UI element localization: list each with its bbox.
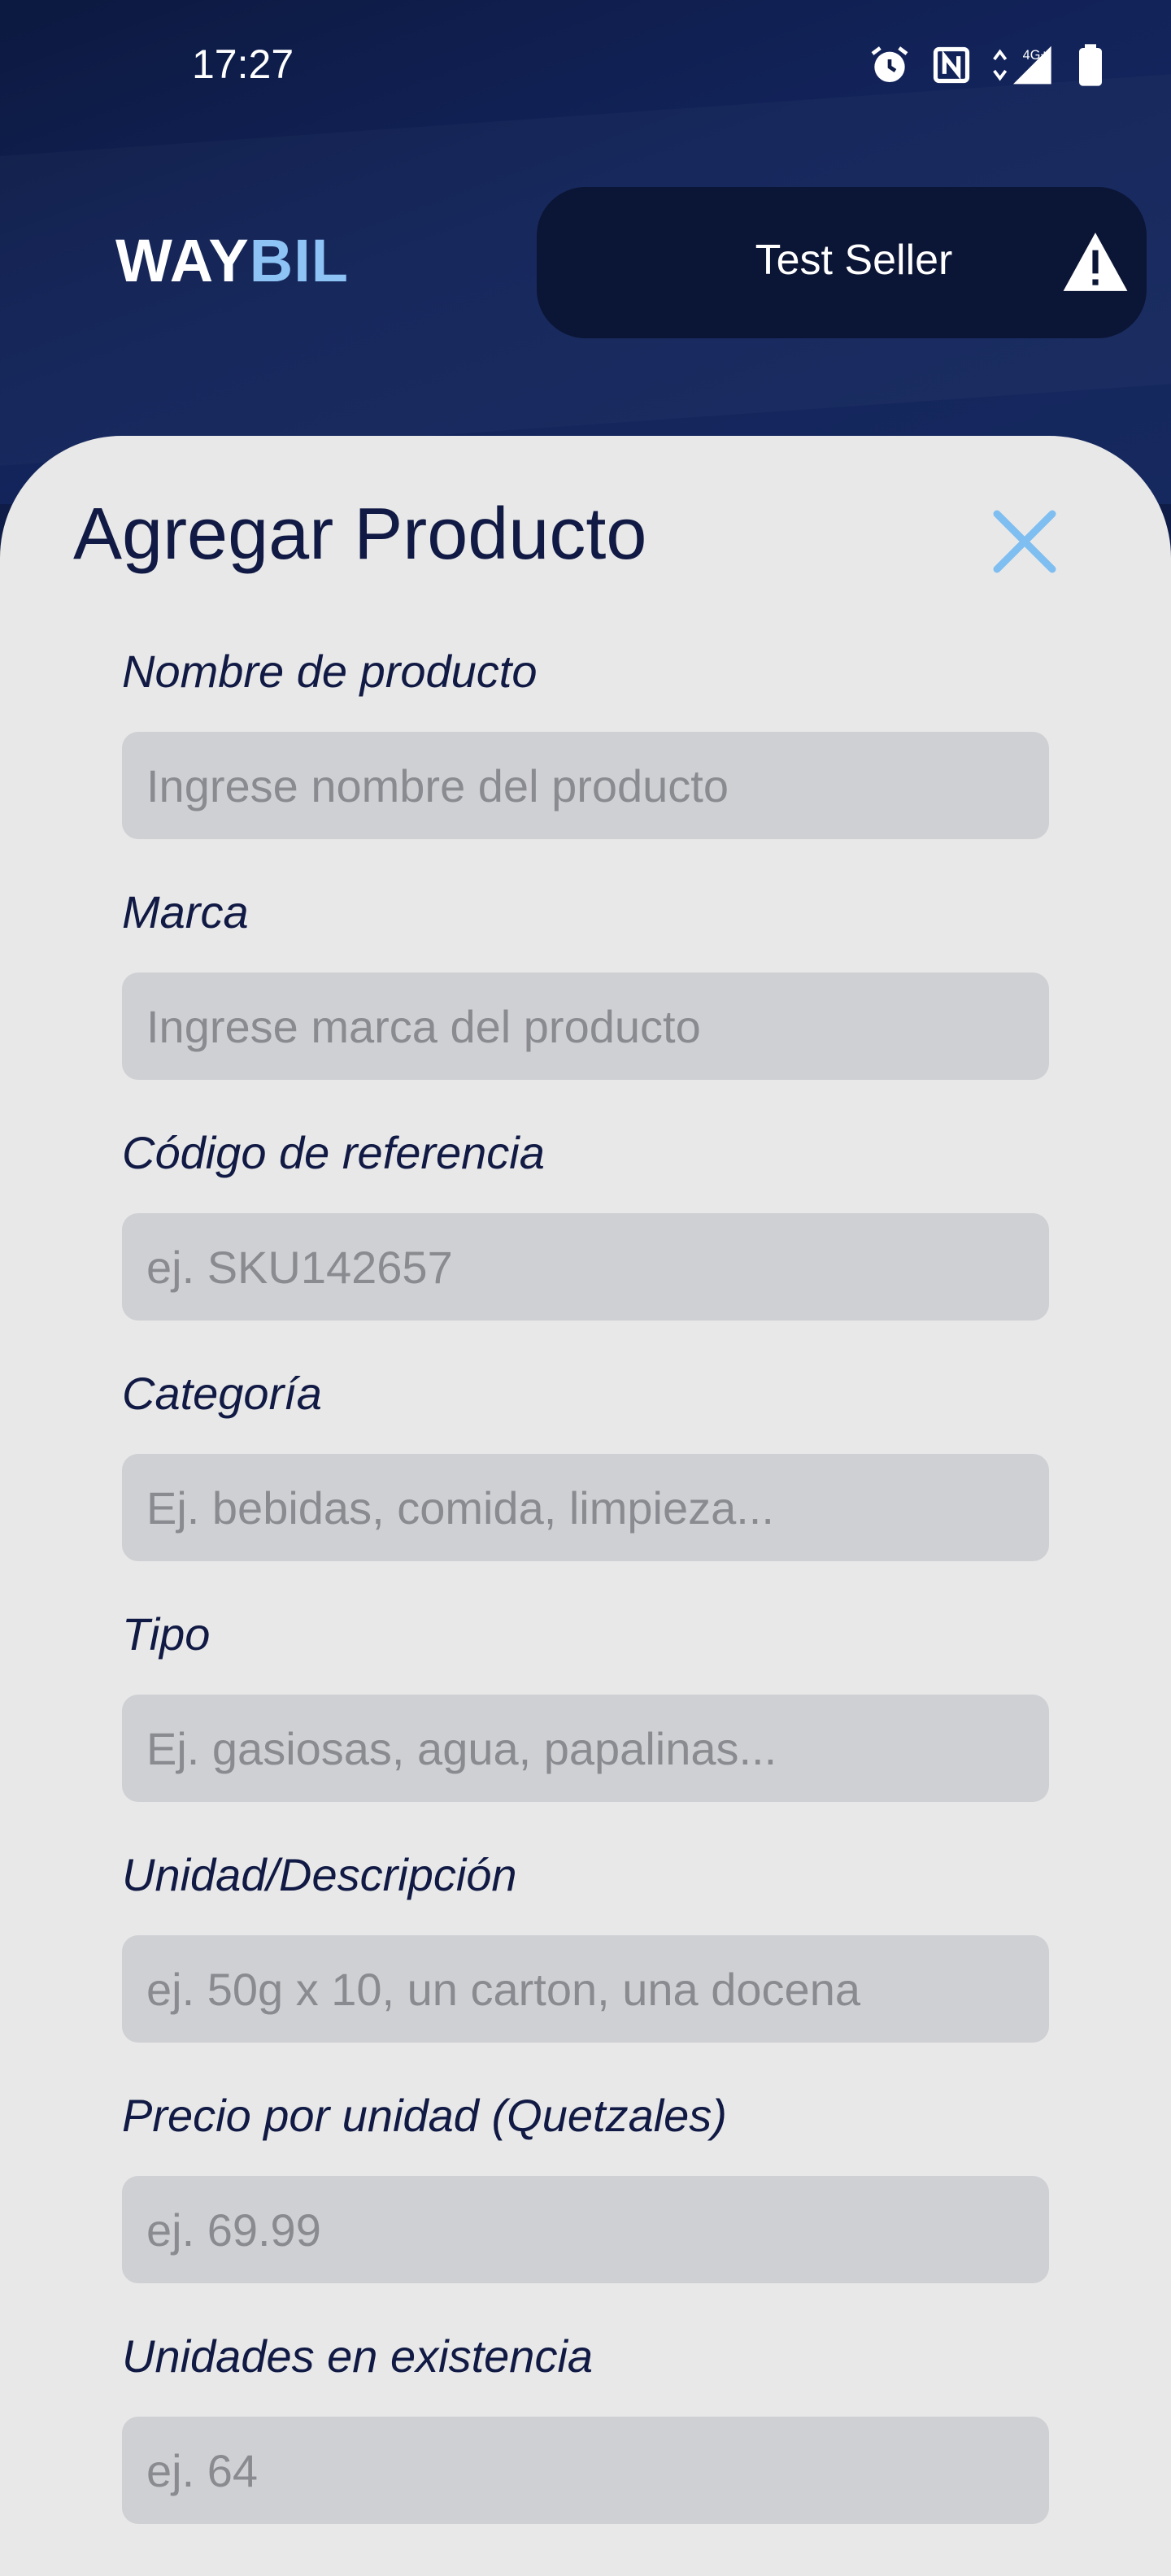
close-button[interactable]	[984, 501, 1065, 582]
brand-logo: WAYBIL	[115, 226, 349, 295]
brand-logo-part1: WAY	[115, 227, 250, 294]
status-time: 17:27	[192, 41, 294, 87]
status-bar: 17:27 4G+	[0, 0, 1171, 130]
add-product-sheet: Agregar Producto Nombre de producto Marc…	[0, 436, 1171, 2576]
brand-field: Marca	[122, 880, 1049, 1080]
field-label: Categoría	[122, 1368, 322, 1419]
alarm-icon	[867, 42, 912, 88]
sheet-title: Agregar Producto	[73, 494, 647, 575]
warning-icon[interactable]	[1060, 229, 1130, 298]
field-label: Unidad/Descripción	[122, 1849, 517, 1900]
field-label: Tipo	[122, 1608, 211, 1660]
category-field: Categoría	[122, 1361, 1049, 1561]
product-name-input[interactable]	[122, 732, 1049, 839]
stock-units-field: Unidades en existencia	[122, 2324, 1049, 2524]
signal-icon: 4G+	[990, 42, 1059, 88]
unit-price-input[interactable]	[122, 2176, 1049, 2283]
close-icon	[993, 510, 1056, 573]
unit-description-input[interactable]	[122, 1935, 1049, 2043]
stock-units-input[interactable]	[122, 2417, 1049, 2524]
field-label: Nombre de producto	[122, 646, 538, 697]
brand-input[interactable]	[122, 973, 1049, 1080]
reference-code-input[interactable]	[122, 1213, 1049, 1321]
category-input[interactable]	[122, 1454, 1049, 1561]
type-input[interactable]	[122, 1695, 1049, 1802]
field-label: Código de referencia	[122, 1127, 545, 1178]
reference-code-field: Código de referencia	[122, 1120, 1049, 1321]
field-label: Marca	[122, 886, 249, 938]
seller-account-button[interactable]: Test Seller	[537, 187, 1147, 338]
product-name-field: Nombre de producto	[122, 639, 1049, 839]
battery-icon	[1077, 42, 1104, 88]
network-type-label: 4G+	[1023, 48, 1048, 63]
field-label: Unidades en existencia	[122, 2330, 594, 2382]
unit-price-field: Precio por unidad (Quetzales)	[122, 2083, 1049, 2283]
type-field: Tipo	[122, 1602, 1049, 1802]
field-label: Precio por unidad (Quetzales)	[122, 2090, 727, 2141]
seller-name: Test Seller	[755, 237, 953, 284]
nfc-icon	[930, 44, 973, 86]
brand-logo-part2: BIL	[249, 227, 349, 294]
unit-description-field: Unidad/Descripción	[122, 1843, 1049, 2043]
